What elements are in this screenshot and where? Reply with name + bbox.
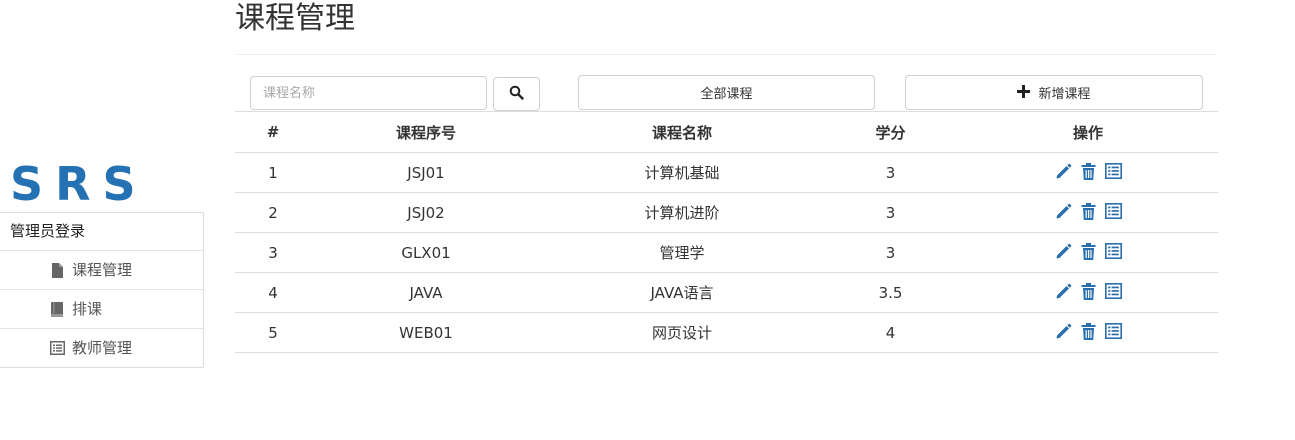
sidebar-item-scheduling[interactable]: 排课 bbox=[0, 290, 203, 329]
sidebar-item-course-management[interactable]: 课程管理 bbox=[0, 251, 203, 290]
column-header-course-id: 课程序号 bbox=[311, 111, 541, 153]
edit-icon[interactable] bbox=[1054, 202, 1073, 221]
cell-credits: 3.5 bbox=[823, 272, 958, 313]
page-title: 课程管理 bbox=[235, 1, 355, 36]
search-button[interactable] bbox=[493, 77, 540, 111]
plus-icon bbox=[1017, 84, 1031, 102]
details-icon[interactable] bbox=[1104, 322, 1123, 341]
details-icon[interactable] bbox=[1104, 242, 1123, 261]
cell-credits: 3 bbox=[823, 192, 958, 233]
list-icon bbox=[48, 339, 66, 357]
cell-course-name: JAVA语言 bbox=[541, 272, 823, 313]
edit-icon[interactable] bbox=[1054, 242, 1073, 261]
title-divider bbox=[235, 54, 1217, 55]
cell-course-name: 管理学 bbox=[541, 232, 823, 273]
course-table: # 课程序号 课程名称 学分 操作 1 JSJ01 计算机基础 3 2 JSJ02 计算机进… bbox=[235, 111, 1218, 353]
cell-course-id: JAVA bbox=[311, 272, 541, 313]
column-header-credits: 学分 bbox=[823, 111, 958, 153]
table-header-row: # 课程序号 课程名称 学分 操作 bbox=[235, 111, 1218, 153]
cell-index: 3 bbox=[235, 232, 311, 273]
table-row: 4 JAVA JAVA语言 3.5 bbox=[235, 272, 1218, 313]
cell-course-name: 网页设计 bbox=[541, 312, 823, 353]
trash-icon[interactable] bbox=[1079, 242, 1098, 261]
add-course-button[interactable]: 新增课程 bbox=[905, 75, 1203, 110]
column-header-actions: 操作 bbox=[958, 111, 1218, 153]
file-icon bbox=[48, 261, 66, 279]
cell-credits: 3 bbox=[823, 152, 958, 193]
trash-icon[interactable] bbox=[1079, 322, 1098, 341]
cell-actions bbox=[958, 232, 1218, 273]
trash-icon[interactable] bbox=[1079, 202, 1098, 221]
cell-course-id: JSJ01 bbox=[311, 152, 541, 193]
all-courses-button[interactable]: 全部课程 bbox=[578, 75, 875, 110]
sidebar-item-label: 课程管理 bbox=[72, 261, 133, 279]
cell-index: 2 bbox=[235, 192, 311, 233]
cell-index: 4 bbox=[235, 272, 311, 313]
edit-icon[interactable] bbox=[1054, 162, 1073, 181]
table-row: 1 JSJ01 计算机基础 3 bbox=[235, 152, 1218, 193]
search-icon bbox=[509, 85, 524, 104]
sidebar: 管理员登录 课程管理 排课 教师管理 bbox=[0, 212, 204, 368]
book-icon bbox=[48, 300, 66, 318]
trash-icon[interactable] bbox=[1079, 162, 1098, 181]
cell-course-id: JSJ02 bbox=[311, 192, 541, 233]
cell-actions bbox=[958, 272, 1218, 313]
cell-course-id: WEB01 bbox=[311, 312, 541, 353]
cell-course-name: 计算机基础 bbox=[541, 152, 823, 193]
details-icon[interactable] bbox=[1104, 162, 1123, 181]
column-header-index: # bbox=[235, 111, 311, 153]
cell-actions bbox=[958, 192, 1218, 233]
trash-icon[interactable] bbox=[1079, 282, 1098, 301]
cell-course-name: 计算机进阶 bbox=[541, 192, 823, 233]
sidebar-item-teacher-management[interactable]: 教师管理 bbox=[0, 329, 203, 367]
cell-actions bbox=[958, 312, 1218, 353]
table-row: 2 JSJ02 计算机进阶 3 bbox=[235, 192, 1218, 233]
column-header-course-name: 课程名称 bbox=[541, 111, 823, 153]
cell-index: 1 bbox=[235, 152, 311, 193]
details-icon[interactable] bbox=[1104, 282, 1123, 301]
cell-index: 5 bbox=[235, 312, 311, 353]
edit-icon[interactable] bbox=[1054, 322, 1073, 341]
sidebar-header: 管理员登录 bbox=[0, 213, 203, 251]
cell-credits: 3 bbox=[823, 232, 958, 273]
cell-credits: 4 bbox=[823, 312, 958, 353]
app-logo: SRS bbox=[10, 157, 148, 211]
sidebar-item-label: 排课 bbox=[72, 300, 103, 318]
table-row: 5 WEB01 网页设计 4 bbox=[235, 312, 1218, 353]
add-course-label: 新增课程 bbox=[1038, 87, 1091, 102]
cell-actions bbox=[958, 152, 1218, 193]
cell-course-id: GLX01 bbox=[311, 232, 541, 273]
edit-icon[interactable] bbox=[1054, 282, 1073, 301]
course-name-search-input[interactable] bbox=[250, 76, 487, 110]
sidebar-item-label: 教师管理 bbox=[72, 339, 133, 357]
details-icon[interactable] bbox=[1104, 202, 1123, 221]
table-row: 3 GLX01 管理学 3 bbox=[235, 232, 1218, 273]
all-courses-label: 全部课程 bbox=[700, 87, 753, 102]
